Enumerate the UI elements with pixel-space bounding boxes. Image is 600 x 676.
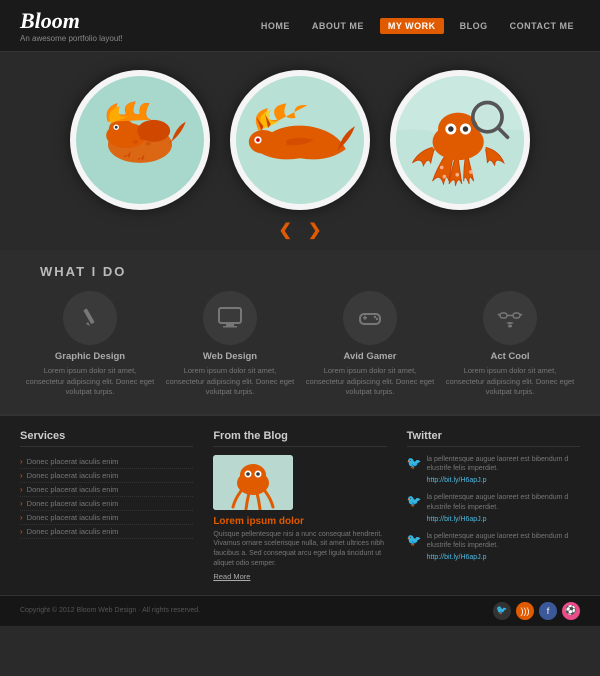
rss-social-icon[interactable]: ))) <box>516 602 534 620</box>
blog-post-title: Lorem ipsum dolor <box>213 516 386 527</box>
act-cool-desc: Lorem ipsum dolor sit amet, consectetur … <box>445 366 575 398</box>
arrow-icon: › <box>20 499 23 508</box>
what-i-do-section: WHAT I DO Graphic Design Lorem ipsum dol… <box>0 250 600 414</box>
web-design-icon-circle <box>203 291 257 345</box>
tweet-text-1: la pellentesque augue laoreet est bibend… <box>427 455 580 475</box>
gamepad-icon <box>356 304 384 332</box>
service-avid-gamer: Avid Gamer Lorem ipsum dolor sit amet, c… <box>305 291 435 398</box>
main-nav: HOME ABOUT ME MY WORK BLOG CONTACT ME <box>255 18 580 34</box>
service-web-design: Web Design Lorem ipsum dolor sit amet, c… <box>165 291 295 398</box>
header: Bloom An awesome portfolio layout! HOME … <box>0 0 600 52</box>
cool-face-icon <box>496 304 524 332</box>
footer-services-col: Services ›Donec placerat iaculis enim ›D… <box>20 430 193 581</box>
arrow-icon: › <box>20 527 23 536</box>
carousel-item-3[interactable] <box>390 70 530 210</box>
twitter-bird-icon: 🐦 <box>407 456 422 470</box>
service-list-item[interactable]: ›Donec placerat iaculis enim <box>20 483 193 497</box>
footer-twitter-title: Twitter <box>407 430 580 447</box>
dribbble-social-icon[interactable]: ⚽ <box>562 602 580 620</box>
footer-top: Services ›Donec placerat iaculis enim ›D… <box>0 414 600 595</box>
pencil-icon <box>76 304 104 332</box>
avid-gamer-desc: Lorem ipsum dolor sit amet, consectetur … <box>305 366 435 398</box>
facebook-social-icon[interactable]: f <box>539 602 557 620</box>
twitter-bird-icon-3: 🐦 <box>407 533 422 547</box>
services-list: ›Donec placerat iaculis enim ›Donec plac… <box>20 455 193 539</box>
graphic-design-icon-circle <box>63 291 117 345</box>
tweet-3: 🐦 la pellentesque augue laoreet est bibe… <box>407 532 580 563</box>
blog-post-text: Quisque pellentesque nisi a nunc consequ… <box>213 530 386 569</box>
service-list-item[interactable]: ›Donec placerat iaculis enim <box>20 497 193 511</box>
what-i-do-title: WHAT I DO <box>20 264 580 279</box>
logo-tagline: An awesome portfolio layout! <box>20 34 123 43</box>
carousel-prev-btn[interactable]: ❮ <box>279 220 292 240</box>
service-list-item[interactable]: ›Donec placerat iaculis enim <box>20 525 193 539</box>
read-more-link[interactable]: Read More <box>213 572 386 581</box>
tweet-link-2[interactable]: http://bit.ly/H6apJ.p <box>427 516 487 523</box>
copyright-text: Copyright © 2012 Bloom Web Design · All … <box>20 607 200 614</box>
act-cool-icon-circle <box>483 291 537 345</box>
tweet-link-3[interactable]: http://bit.ly/H6apJ.p <box>427 554 487 561</box>
twitter-bird-icon-2: 🐦 <box>407 494 422 508</box>
carousel-controls: ❮ ❯ <box>279 220 322 240</box>
monitor-icon <box>216 304 244 332</box>
blog-preview: Lorem ipsum dolor Quisque pellentesque n… <box>213 455 386 581</box>
tweet-text-3: la pellentesque augue laoreet est bibend… <box>427 532 580 552</box>
tweet-2: 🐦 la pellentesque augue laoreet est bibe… <box>407 493 580 524</box>
service-list-item[interactable]: ›Donec placerat iaculis enim <box>20 469 193 483</box>
tweet-text-2: la pellentesque augue laoreet est bibend… <box>427 493 580 513</box>
arrow-icon: › <box>20 471 23 480</box>
graphic-design-desc: Lorem ipsum dolor sit amet, consectetur … <box>25 366 155 398</box>
carousel-item-2[interactable] <box>230 70 370 210</box>
social-icons-group: 🐦 ))) f ⚽ <box>493 602 580 620</box>
nav-mywork[interactable]: MY WORK <box>380 18 444 34</box>
twitter-social-icon[interactable]: 🐦 <box>493 602 511 620</box>
nav-home[interactable]: HOME <box>255 18 296 34</box>
services-row: Graphic Design Lorem ipsum dolor sit ame… <box>20 291 580 398</box>
avid-gamer-name: Avid Gamer <box>344 351 397 362</box>
footer-services-title: Services <box>20 430 193 447</box>
arrow-icon: › <box>20 457 23 466</box>
logo-text: Bloom <box>20 8 123 34</box>
act-cool-name: Act Cool <box>490 351 529 362</box>
web-design-name: Web Design <box>203 351 257 362</box>
carousel-item-1[interactable] <box>70 70 210 210</box>
footer-twitter-col: Twitter 🐦 la pellentesque augue laoreet … <box>407 430 580 581</box>
service-list-item[interactable]: ›Donec placerat iaculis enim <box>20 455 193 469</box>
service-list-item[interactable]: ›Donec placerat iaculis enim <box>20 511 193 525</box>
tweet-1: 🐦 la pellentesque augue laoreet est bibe… <box>407 455 580 486</box>
footer-blog-col: From the Blog Lorem ipsum <box>213 430 386 581</box>
blog-image[interactable] <box>213 455 293 510</box>
carousel-next-btn[interactable]: ❯ <box>308 220 321 240</box>
web-design-desc: Lorem ipsum dolor sit amet, consectetur … <box>165 366 295 398</box>
footer-blog-title: From the Blog <box>213 430 386 447</box>
nav-contact[interactable]: CONTACT ME <box>504 18 580 34</box>
graphic-design-name: Graphic Design <box>55 351 125 362</box>
hero-carousel: ❮ ❯ <box>0 52 600 250</box>
service-act-cool: Act Cool Lorem ipsum dolor sit amet, con… <box>445 291 575 398</box>
nav-blog[interactable]: BLOG <box>454 18 494 34</box>
arrow-icon: › <box>20 513 23 522</box>
arrow-icon: › <box>20 485 23 494</box>
logo-area: Bloom An awesome portfolio layout! <box>20 8 123 43</box>
footer-bottom: Copyright © 2012 Bloom Web Design · All … <box>0 595 600 626</box>
service-graphic-design: Graphic Design Lorem ipsum dolor sit ame… <box>25 291 155 398</box>
tweet-link-1[interactable]: http://bit.ly/H6apJ.p <box>427 477 487 484</box>
nav-about[interactable]: ABOUT ME <box>306 18 370 34</box>
carousel-circles <box>70 70 530 210</box>
avid-gamer-icon-circle <box>343 291 397 345</box>
